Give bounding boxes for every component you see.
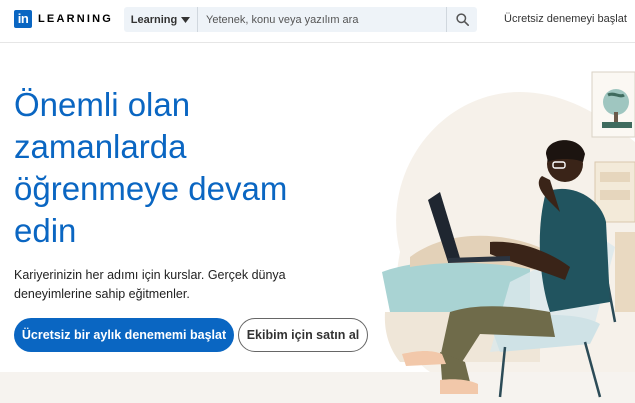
start-free-month-button[interactable]: Ücretsiz bir aylık denememi başlat — [14, 318, 234, 352]
buy-for-team-button[interactable]: Ekibim için satın al — [238, 318, 368, 352]
search-input[interactable] — [198, 7, 446, 32]
search-scope-dropdown[interactable]: Learning — [124, 7, 198, 32]
search-icon — [455, 13, 469, 26]
search-bar: Learning — [124, 7, 477, 32]
hero-illustration — [382, 71, 635, 398]
logo-wordmark: LEARNING — [38, 13, 114, 25]
top-header: in LEARNING Learning Ücretsiz denemeyi b… — [0, 0, 635, 43]
linkedin-learning-logo[interactable]: in LEARNING — [14, 10, 113, 28]
hero-title: Önemli olan zamanlarda öğrenmeye devam e… — [14, 86, 288, 249]
linkedin-in-logo: in — [14, 10, 32, 28]
hero-subtitle: Kariyerinizin her adımı için kurslar. Ge… — [14, 268, 286, 301]
search-button[interactable] — [446, 7, 477, 32]
start-free-trial-link[interactable]: Ücretsiz denemeyi başlat — [504, 13, 627, 25]
search-scope-label: Learning — [130, 13, 178, 26]
chevron-down-icon — [181, 16, 191, 23]
